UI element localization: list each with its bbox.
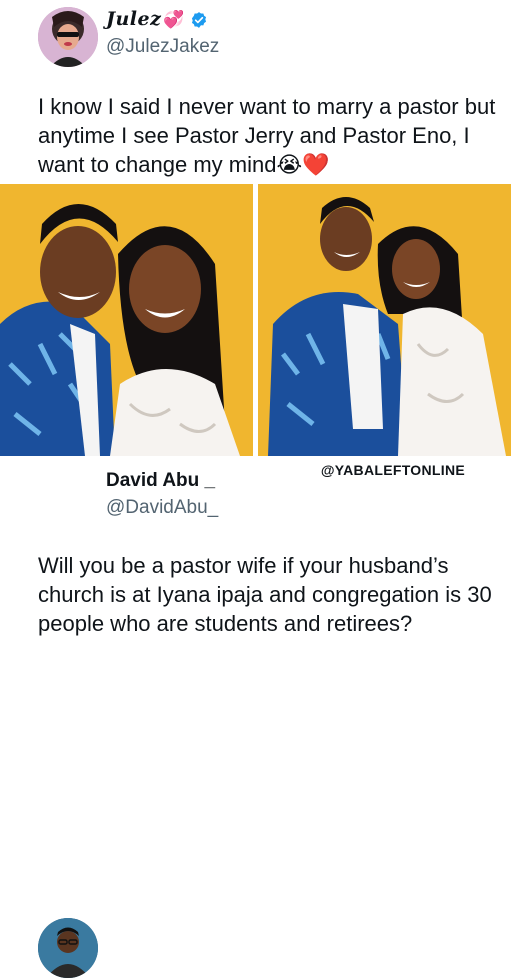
tweet-photos[interactable] [0, 184, 511, 456]
couple-photo-left[interactable] [0, 184, 253, 456]
couple-photo-left-image [0, 184, 253, 456]
handle-julez[interactable]: @JulezJakez [106, 36, 219, 58]
avatar-julez[interactable] [38, 7, 98, 67]
tweet-text-david: Will you be a pastor wife if your husban… [38, 553, 492, 636]
watermark-label: @YABALEFTONLINE [320, 462, 465, 478]
avatar-julez-image [38, 7, 98, 67]
handle-david[interactable]: @DavidAbu_ [106, 497, 218, 519]
display-name-david[interactable]: David Abu _ [106, 470, 215, 492]
verified-badge-icon [191, 12, 207, 28]
tweet-card-julez: Julez 💞 @JulezJakez I know I said I neve… [0, 0, 511, 184]
tweet-card-david: David Abu _ @DavidAbu_ @YABALEFTONLINE W… [0, 456, 511, 978]
hearts-emoji-icon: 💞 [163, 10, 185, 29]
couple-photo-right-image [258, 184, 511, 456]
avatar-david-image [38, 918, 98, 978]
couple-photo-right[interactable] [258, 184, 511, 456]
tweet-text-julez: I know I said I never want to marry a pa… [38, 94, 496, 177]
avatar-david[interactable] [38, 918, 98, 978]
display-name-julez[interactable]: Julez [106, 8, 161, 30]
